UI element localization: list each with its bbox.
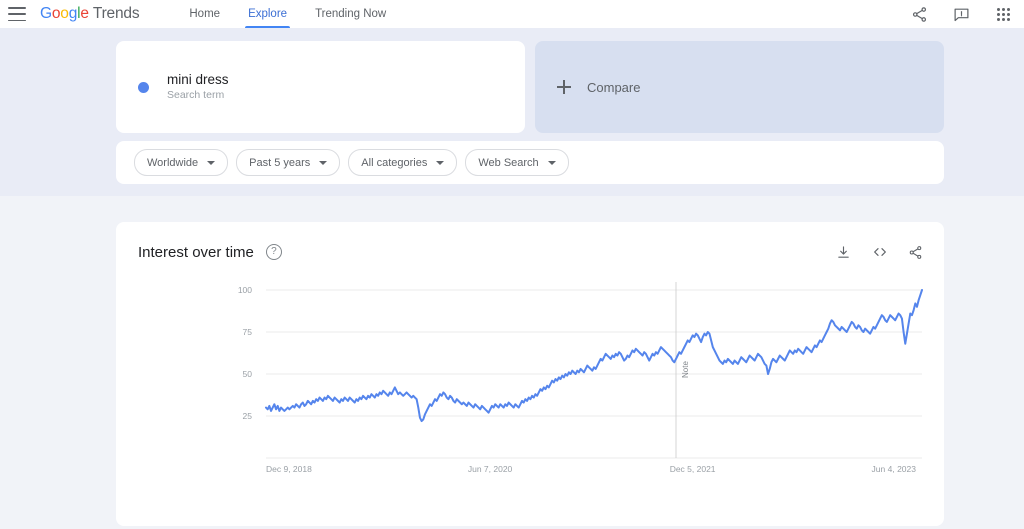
logo-letter-g2: g (69, 5, 77, 22)
filter-location[interactable]: Worldwide (134, 149, 228, 176)
filter-location-label: Worldwide (147, 157, 198, 169)
page-title: Interest over time (138, 244, 254, 261)
filter-time-range[interactable]: Past 5 years (236, 149, 340, 176)
help-circle-icon[interactable]: ? (266, 244, 282, 260)
query-row: mini dress Search term Compare (116, 41, 944, 133)
hamburger-menu-icon[interactable] (8, 7, 26, 21)
series-color-dot (138, 82, 149, 93)
chevron-down-icon (436, 161, 444, 165)
search-term-type: Search term (167, 88, 229, 103)
nav-item-home[interactable]: Home (175, 0, 234, 28)
compare-button[interactable]: Compare (535, 41, 944, 133)
compare-label: Compare (587, 80, 640, 95)
interest-over-time-chart[interactable] (116, 280, 944, 510)
filter-time-range-label: Past 5 years (249, 157, 310, 169)
feedback-icon[interactable] (952, 5, 970, 23)
chart-actions (835, 244, 924, 261)
plus-icon (557, 80, 571, 94)
nav-item-trending-now[interactable]: Trending Now (301, 0, 400, 28)
top-bar-actions (910, 5, 1012, 23)
chart-header: Interest over time ? (138, 240, 924, 264)
chevron-down-icon (319, 161, 327, 165)
logo-letter-o2: o (60, 5, 68, 22)
annotation-note-label[interactable]: Note (681, 361, 690, 378)
filter-search-type-label: Web Search (478, 157, 538, 169)
y-axis-tick-label: 100 (238, 285, 252, 295)
embed-code-icon[interactable] (871, 244, 888, 261)
google-trends-logo[interactable]: Google Trends (40, 5, 139, 23)
y-axis-tick-label: 75 (243, 327, 252, 337)
nav-item-explore[interactable]: Explore (234, 0, 301, 28)
logo-letter-e: e (80, 5, 88, 22)
filter-category[interactable]: All categories (348, 149, 457, 176)
search-term-label: mini dress (167, 71, 229, 88)
chevron-down-icon (207, 161, 215, 165)
x-axis-tick-label: Dec 5, 2021 (670, 464, 716, 474)
filters-bar: Worldwide Past 5 years All categories We… (116, 141, 944, 184)
x-axis-tick-label: Jun 7, 2020 (468, 464, 512, 474)
x-axis-tick-label: Jun 4, 2023 (872, 464, 916, 474)
share-icon[interactable] (907, 244, 924, 261)
nav-links: Home Explore Trending Now (175, 0, 400, 28)
share-icon[interactable] (910, 5, 928, 23)
logo-word-trends: Trends (93, 5, 139, 22)
chart-series-line (266, 290, 922, 421)
search-term-card[interactable]: mini dress Search term (116, 41, 525, 133)
chevron-down-icon (548, 161, 556, 165)
top-navigation-bar: Google Trends Home Explore Trending Now (0, 0, 1024, 28)
filter-search-type[interactable]: Web Search (465, 149, 568, 176)
apps-grid-icon[interactable] (994, 5, 1012, 23)
y-axis-tick-label: 50 (243, 369, 252, 379)
chart-plot-area[interactable]: 25 50 75 100 Dec 9, 2018 Jun 7, 2020 Dec 5, 20… (116, 280, 944, 510)
logo-letter-g: G (40, 5, 52, 22)
interest-over-time-card: Interest over time ? (116, 222, 944, 526)
y-axis-tick-label: 25 (243, 411, 252, 421)
download-icon[interactable] (835, 244, 852, 261)
filter-category-label: All categories (361, 157, 427, 169)
x-axis-tick-label: Dec 9, 2018 (266, 464, 312, 474)
